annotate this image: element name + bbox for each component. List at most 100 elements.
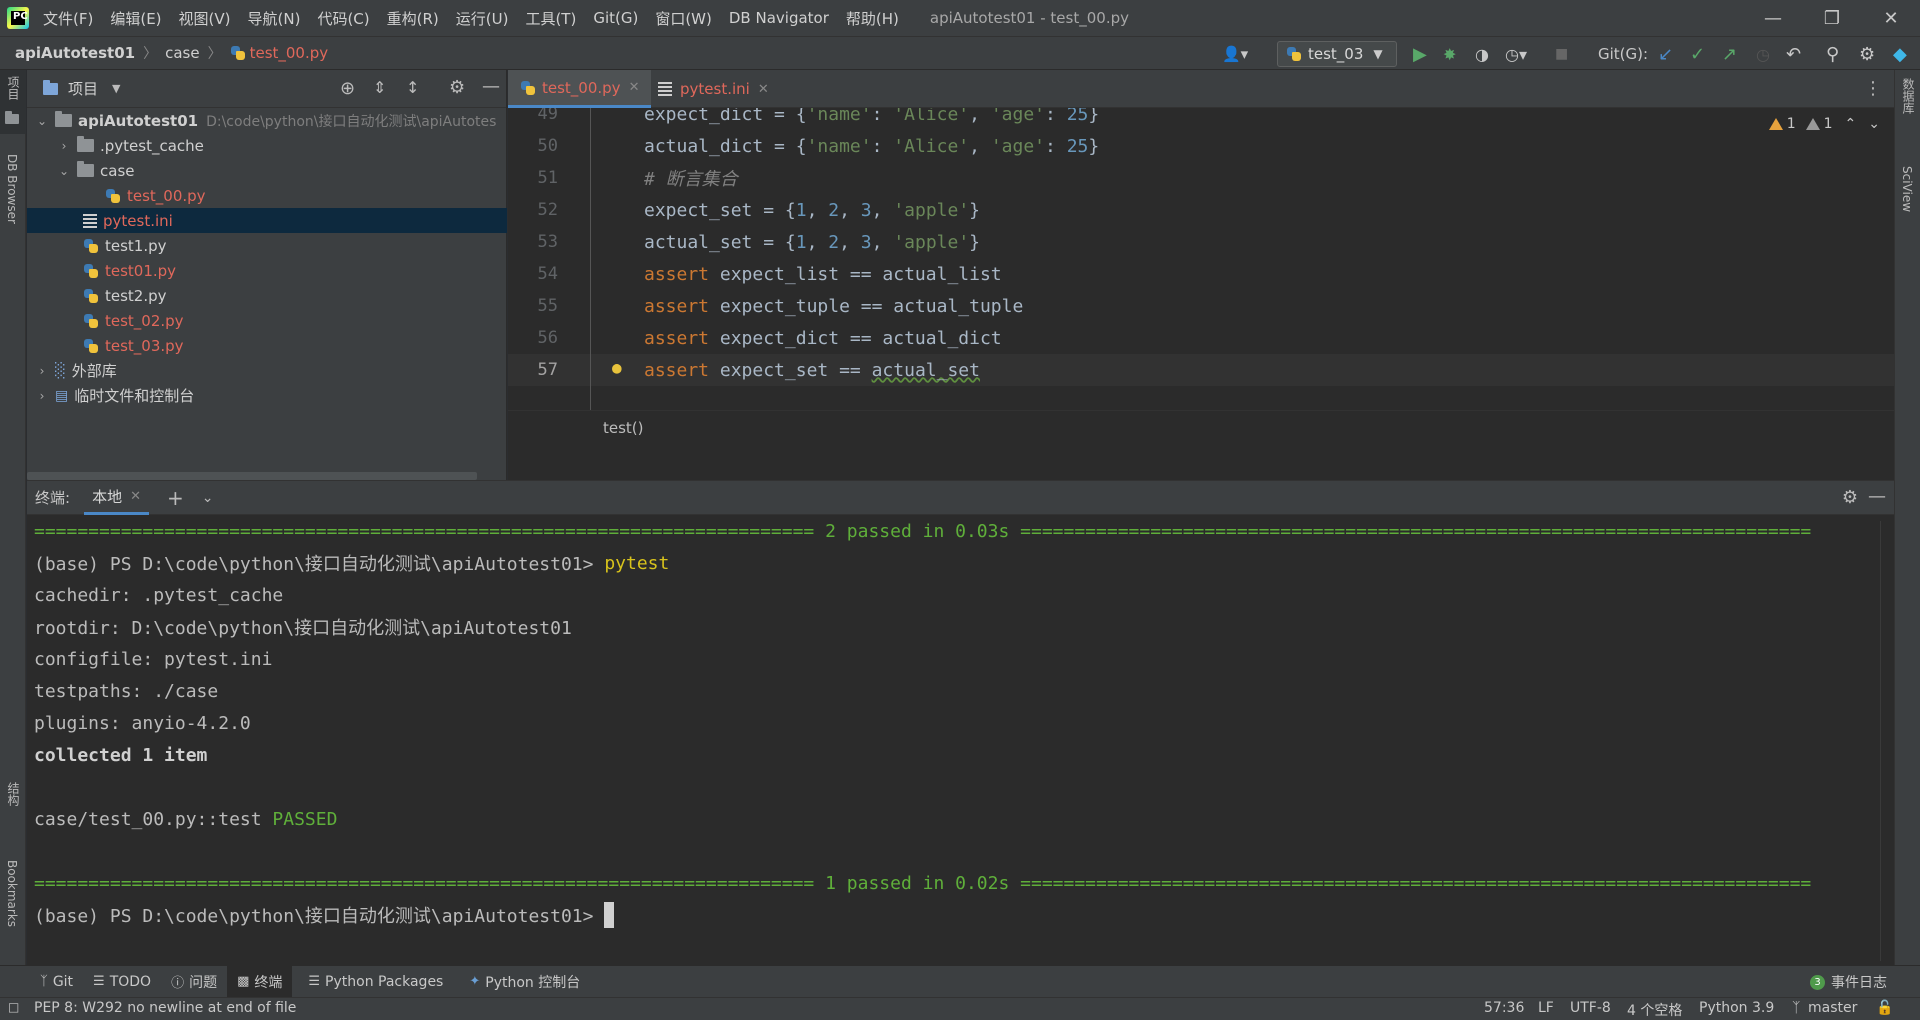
rollback-icon[interactable]: ↶ <box>1786 37 1801 71</box>
close-tab-icon[interactable]: ✕ <box>758 82 769 97</box>
chevron-down-icon[interactable]: ⌄ <box>202 490 214 506</box>
tree-item-pytest-cache[interactable]: › .pytest_cache <box>27 133 507 158</box>
breadcrumb-project[interactable]: apiAutotest01 <box>15 44 135 62</box>
menu-git[interactable]: Git(G) <box>593 9 638 27</box>
tree-item-test-03[interactable]: test_03.py <box>27 333 507 358</box>
debug-icon[interactable]: ✸ <box>1443 37 1456 71</box>
terminal-settings-gear-icon[interactable]: ⚙ <box>1842 487 1858 508</box>
breadcrumb-file[interactable]: test_00.py <box>250 44 329 62</box>
toggle-tool-windows-icon[interactable]: □ <box>8 1000 19 1014</box>
previous-highlight-icon[interactable]: ⌃ <box>1845 116 1857 132</box>
hide-panel-icon[interactable]: — <box>482 76 500 97</box>
db-browser-tool-button[interactable]: DB Browser <box>0 154 26 324</box>
menu-help[interactable]: 帮助(H) <box>846 8 899 29</box>
terminal-tab-local[interactable]: 本地 ✕ <box>84 481 149 515</box>
chevron-right-icon[interactable]: › <box>35 389 49 403</box>
breadcrumb-case[interactable]: case <box>165 44 199 62</box>
code-line[interactable]: 51 # 断言集合 <box>508 162 1894 194</box>
panel-settings-gear-icon[interactable]: ⚙ <box>449 77 465 98</box>
more-options-icon[interactable]: ⋮ <box>1864 78 1882 99</box>
git-commit-icon[interactable]: ✓ <box>1690 37 1705 71</box>
menu-view[interactable]: 视图(V) <box>179 8 231 29</box>
coverage-icon[interactable]: ◑ <box>1475 37 1489 71</box>
tree-item-test01[interactable]: test01.py <box>27 258 507 283</box>
tree-item-test-00[interactable]: test_00.py <box>27 183 507 208</box>
code-line[interactable]: 56 assert expect_dict == actual_dict <box>508 322 1894 354</box>
tree-item-project-root[interactable]: ⌄ apiAutotest01 D:\code\python\接口自动化测试\a… <box>27 108 507 133</box>
settings-gear-icon[interactable]: ⚙ <box>1859 37 1875 71</box>
code-line[interactable]: 52 expect_set = {1, 2, 3, 'apple'} <box>508 194 1894 226</box>
chevron-down-icon[interactable]: ⌄ <box>35 114 49 128</box>
tree-item-test2[interactable]: test2.py <box>27 283 507 308</box>
todo-tool-button[interactable]: ☰ TODO <box>83 966 161 998</box>
inspection-widget[interactable]: 1 1 ⌃ ⌄ <box>1768 116 1880 132</box>
menu-run[interactable]: 运行(U) <box>456 8 509 29</box>
menu-navigate[interactable]: 导航(N) <box>248 8 301 29</box>
code-line[interactable]: 55 assert expect_tuple == actual_tuple <box>508 290 1894 322</box>
run-icon[interactable]: ▶ <box>1413 37 1427 71</box>
file-encoding[interactable]: UTF-8 <box>1570 1000 1611 1016</box>
tree-item-scratches[interactable]: › ▤ 临时文件和控制台 <box>27 383 507 408</box>
project-tool-button[interactable]: 项目 <box>0 70 26 134</box>
minimize-button[interactable]: — <box>1744 0 1802 36</box>
close-tab-icon[interactable]: ✕ <box>130 489 141 504</box>
menu-refactor[interactable]: 重构(R) <box>387 8 439 29</box>
run-config-select[interactable]: test_03 ▼ <box>1277 41 1397 67</box>
caret-position[interactable]: 57:36 <box>1484 1000 1524 1016</box>
database-tool-button[interactable]: 数据库 <box>1895 78 1920 148</box>
lock-icon[interactable]: 🔓 <box>1876 1000 1893 1016</box>
expand-all-icon[interactable]: ⇕ <box>373 78 386 97</box>
search-icon[interactable]: ⚲ <box>1826 37 1839 71</box>
toolbox-icon[interactable]: ◆ <box>1893 37 1907 71</box>
function-breadcrumb[interactable]: test() <box>603 419 644 437</box>
code-area[interactable]: 49 expect_dict = {'name': 'Alice', 'age'… <box>508 108 1894 410</box>
indent-setting[interactable]: 4 个空格 <box>1627 1000 1682 1020</box>
terminal-output[interactable]: ========================================… <box>27 515 1880 966</box>
project-panel-title[interactable]: 项目 <box>68 78 98 99</box>
python-packages-tool-button[interactable]: ☰ Python Packages <box>298 966 453 998</box>
tree-item-test-02[interactable]: test_02.py <box>27 308 507 333</box>
tree-item-case[interactable]: ⌄ case <box>27 158 507 183</box>
status-message[interactable]: PEP 8: W292 no newline at end of file <box>34 1000 296 1016</box>
tree-item-external-libraries[interactable]: › ░ 外部库 <box>27 358 507 383</box>
collapse-all-icon[interactable]: ↕ <box>406 78 419 97</box>
code-line[interactable]: 54 assert expect_list == actual_list <box>508 258 1894 290</box>
tab-test-00[interactable]: test_00.py ✕ <box>508 70 652 108</box>
git-update-icon[interactable]: ↙ <box>1658 37 1673 71</box>
sciview-tool-button[interactable]: SciView <box>1895 166 1920 246</box>
menu-edit[interactable]: 编辑(E) <box>110 8 161 29</box>
structure-tool-button[interactable]: 结构 <box>0 782 26 842</box>
locate-icon[interactable]: ⊕ <box>340 78 355 99</box>
menu-db-navigator[interactable]: DB Navigator <box>729 9 829 27</box>
chevron-down-icon[interactable]: ⌄ <box>57 164 71 178</box>
horizontal-scrollbar[interactable] <box>27 472 477 480</box>
git-branch[interactable]: master <box>1808 1000 1857 1016</box>
lightbulb-icon[interactable]: ● <box>612 358 622 377</box>
tab-pytest-ini[interactable]: pytest.ini ✕ <box>646 70 781 108</box>
git-tool-button[interactable]: ᛉ Git <box>30 966 83 998</box>
code-line[interactable]: 53 actual_set = {1, 2, 3, 'apple'} <box>508 226 1894 258</box>
restore-button[interactable]: ❐ <box>1803 0 1861 36</box>
chevron-right-icon[interactable]: › <box>57 139 71 153</box>
stop-icon[interactable]: ■ <box>1555 37 1568 71</box>
menu-window[interactable]: 窗口(W) <box>655 8 712 29</box>
event-log-button[interactable]: 3 事件日志 <box>1800 966 1897 998</box>
new-terminal-icon[interactable]: + <box>167 486 184 510</box>
terminal-prompt-line[interactable]: (base) PS D:\code\python\接口自动化测试\apiAuto… <box>34 899 615 931</box>
vertical-scrollbar[interactable] <box>1880 521 1892 961</box>
profile-icon[interactable]: ◷▾ <box>1505 37 1527 71</box>
close-window-button[interactable]: ✕ <box>1862 0 1920 36</box>
code-line[interactable]: 50 actual_dict = {'name': 'Alice', 'age'… <box>508 130 1894 162</box>
python-interpreter[interactable]: Python 3.9 <box>1699 1000 1774 1016</box>
chevron-right-icon[interactable]: › <box>35 364 49 378</box>
menu-file[interactable]: 文件(F) <box>43 8 93 29</box>
menu-code[interactable]: 代码(C) <box>317 8 369 29</box>
close-tab-icon[interactable]: ✕ <box>629 80 640 95</box>
tree-item-test1[interactable]: test1.py <box>27 233 507 258</box>
git-push-icon[interactable]: ↗ <box>1722 37 1737 71</box>
user-icon[interactable]: 👤▾ <box>1222 37 1248 71</box>
terminal-tool-button[interactable]: ▩ 终端 <box>227 965 293 998</box>
chevron-down-icon[interactable]: ▼ <box>112 82 120 95</box>
line-separator[interactable]: LF <box>1538 1000 1554 1016</box>
tree-item-pytest-ini[interactable]: pytest.ini <box>27 208 507 233</box>
